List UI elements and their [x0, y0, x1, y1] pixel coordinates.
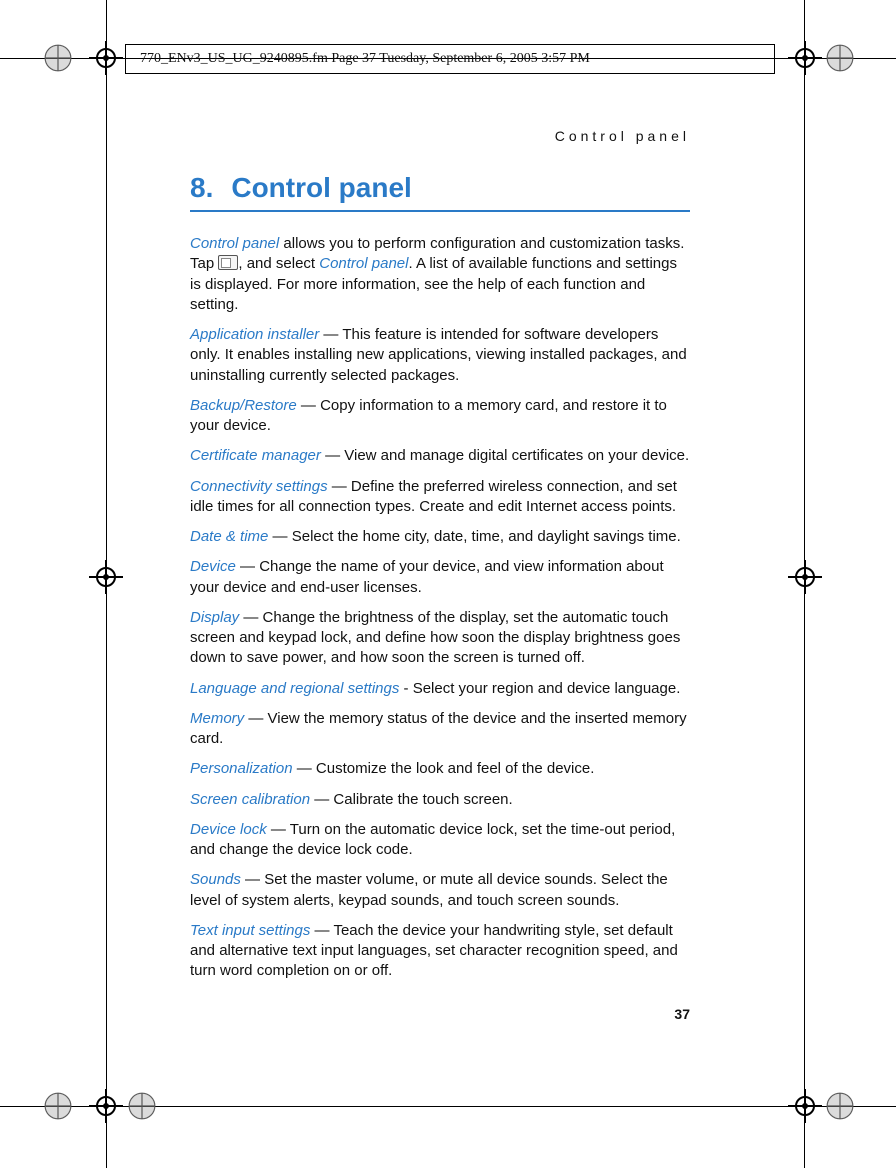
print-header-text: 770_ENv3_US_UG_9240895.fm Page 37 Tuesda…	[140, 51, 590, 66]
intro-term2: Control panel	[319, 255, 408, 272]
registration-mark-icon	[826, 44, 854, 72]
definition-item: Date & time — Select the home city, date…	[190, 527, 690, 547]
definition-separator: —	[310, 922, 333, 939]
definition-item: Memory — View the memory status of the d…	[190, 709, 690, 750]
registration-mark-icon	[44, 44, 72, 72]
definition-term: Application installer	[190, 326, 319, 343]
definition-term: Device	[190, 558, 236, 575]
definition-separator: —	[267, 821, 290, 838]
definition-separator: —	[244, 710, 267, 727]
definition-term: Connectivity settings	[190, 478, 328, 495]
definition-separator: —	[293, 760, 316, 777]
crosshair-target-icon	[89, 560, 123, 594]
crosshair-target-icon	[89, 41, 123, 75]
definition-term: Certificate manager	[190, 447, 321, 464]
definition-separator: —	[321, 447, 344, 464]
definition-desc: Select the home city, date, time, and da…	[292, 528, 681, 545]
definition-desc: Change the name of your device, and view…	[190, 558, 664, 595]
page-body: Control panel 8. Control panel Control pa…	[190, 128, 690, 992]
definition-separator: —	[310, 791, 333, 808]
registration-mark-icon	[44, 1092, 72, 1120]
definition-term: Backup/Restore	[190, 397, 297, 414]
definition-item: Application installer — This feature is …	[190, 325, 690, 386]
heading-rule	[190, 210, 690, 212]
running-head: Control panel	[190, 128, 690, 144]
definition-item: Connectivity settings — Define the prefe…	[190, 477, 690, 518]
definition-item: Text input settings — Teach the device y…	[190, 921, 690, 982]
intro-paragraph: Control panel allows you to perform conf…	[190, 234, 690, 315]
crosshair-target-icon	[788, 560, 822, 594]
definition-item: Language and regional settings - Select …	[190, 679, 690, 699]
intro-text-mid: , and select	[238, 255, 319, 272]
definition-term: Personalization	[190, 760, 293, 777]
definition-term: Screen calibration	[190, 791, 310, 808]
definition-item: Device lock — Turn on the automatic devi…	[190, 820, 690, 861]
definition-desc: Customize the look and feel of the devic…	[316, 760, 595, 777]
definition-desc: View and manage digital certificates on …	[344, 447, 689, 464]
definition-separator: —	[241, 871, 264, 888]
print-header-box: 770_ENv3_US_UG_9240895.fm Page 37 Tuesda…	[125, 44, 775, 74]
page-number: 37	[674, 1006, 690, 1022]
definition-term: Device lock	[190, 821, 267, 838]
definition-term: Language and regional settings	[190, 680, 399, 697]
crosshair-target-icon	[788, 41, 822, 75]
definition-desc: Change the brightness of the display, se…	[190, 609, 680, 667]
definition-term: Display	[190, 609, 239, 626]
definition-list: Application installer — This feature is …	[190, 325, 690, 982]
definition-item: Certificate manager — View and manage di…	[190, 446, 690, 466]
definition-item: Display — Change the brightness of the d…	[190, 608, 690, 669]
definition-separator: —	[328, 478, 351, 495]
registration-mark-icon	[826, 1092, 854, 1120]
chapter-heading: 8. Control panel	[190, 172, 690, 204]
chapter-number: 8.	[190, 172, 213, 203]
definition-item: Device — Change the name of your device,…	[190, 557, 690, 598]
definition-item: Screen calibration — Calibrate the touch…	[190, 790, 690, 810]
definition-term: Date & time	[190, 528, 268, 545]
registration-mark-icon	[128, 1092, 156, 1120]
definition-item: Sounds — Set the master volume, or mute …	[190, 870, 690, 911]
definition-separator: —	[297, 397, 320, 414]
crosshair-target-icon	[89, 1089, 123, 1123]
definition-term: Memory	[190, 710, 244, 727]
definition-separator: -	[399, 680, 412, 697]
definition-separator: —	[236, 558, 259, 575]
definition-item: Backup/Restore — Copy information to a m…	[190, 396, 690, 437]
intro-term: Control panel	[190, 235, 279, 252]
task-navigator-icon	[218, 255, 238, 270]
definition-term: Text input settings	[190, 922, 310, 939]
definition-item: Personalization — Customize the look and…	[190, 759, 690, 779]
crosshair-target-icon	[788, 1089, 822, 1123]
definition-separator: —	[268, 528, 291, 545]
definition-desc: Calibrate the touch screen.	[333, 791, 512, 808]
definition-desc: Select your region and device language.	[413, 680, 681, 697]
chapter-title: Control panel	[231, 172, 411, 203]
definition-separator: —	[319, 326, 342, 343]
definition-separator: —	[239, 609, 262, 626]
definition-term: Sounds	[190, 871, 241, 888]
